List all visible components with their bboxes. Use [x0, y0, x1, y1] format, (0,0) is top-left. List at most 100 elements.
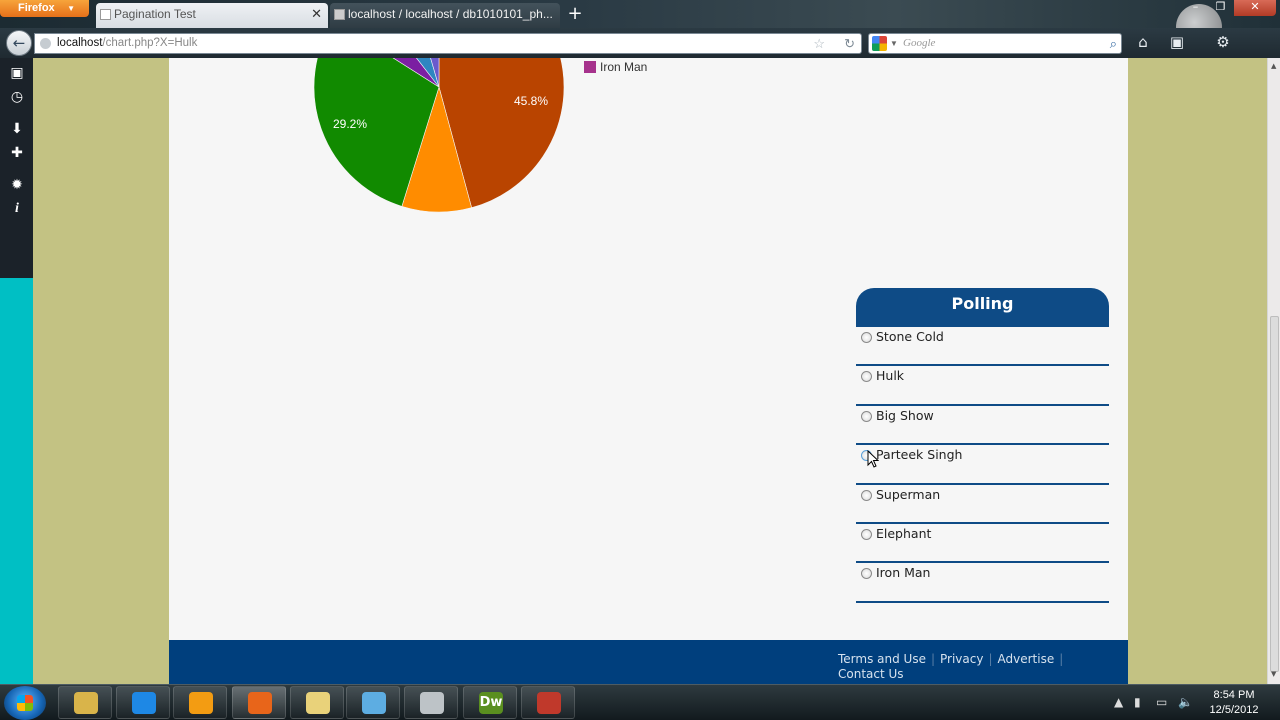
show-hidden-icons-icon[interactable]: ▲ [1114, 695, 1123, 709]
dreamweaver-icon: Dw [479, 692, 503, 714]
clock-time: 8:54 PM [1213, 689, 1255, 701]
taskbar-app-button[interactable] [521, 686, 575, 719]
page-favicon-icon [334, 9, 345, 20]
taskbar-app-button[interactable] [173, 686, 227, 719]
footer-separator: | [930, 652, 936, 666]
poll-radio[interactable] [861, 489, 872, 501]
firefox-menu-button[interactable]: Firefox ▼ [0, 0, 89, 17]
site-identity-icon[interactable] [40, 38, 51, 49]
bookmarks-panel-icon[interactable]: ▣ [8, 64, 26, 82]
navigation-bar: ← localhost/chart.php?X=Hulk ☆ ↻ ▼ Googl… [0, 28, 1280, 58]
poll-option-label: Iron Man [876, 565, 931, 581]
tab-localhost[interactable]: localhost / localhost / db1010101_ph... [330, 3, 560, 28]
poll-radio[interactable] [861, 410, 872, 422]
taskbar-app-button[interactable] [346, 686, 400, 719]
scrollbar-thumb[interactable] [1270, 316, 1279, 672]
google-engine-icon[interactable] [872, 36, 887, 51]
home-icon[interactable]: ⌂ [1132, 33, 1154, 51]
taskbar-app-button[interactable] [290, 686, 344, 719]
close-window-button[interactable]: ✕ [1234, 0, 1276, 16]
tab-title: Pagination Test [114, 7, 196, 21]
downloads-arrow-icon[interactable]: ⬇ [8, 120, 26, 138]
poll-title: Polling [856, 288, 1109, 327]
url-host: localhost [57, 37, 103, 49]
close-tab-icon[interactable]: ✕ [311, 3, 322, 25]
tab-pagination-test[interactable]: Pagination Test ✕ [96, 3, 328, 28]
footer-separator: | [988, 652, 993, 666]
poll-option-label: Superman [876, 486, 941, 502]
poll-radio[interactable] [861, 568, 872, 580]
taskbar-app-button[interactable]: Dw [463, 686, 517, 719]
poll-option[interactable]: Big Show [856, 406, 1109, 446]
chevron-down-icon[interactable]: ▼ [890, 34, 898, 53]
footer-links: Terms and Use | Privacy | Advertise | Contact… [838, 652, 1098, 682]
footer-link-advertise[interactable]: Advertise [998, 652, 1055, 666]
back-button[interactable]: ← [6, 30, 32, 56]
legend-label: Iron Man [600, 60, 648, 74]
media-player-icon [189, 692, 213, 714]
slice-label: 29.2% [333, 117, 367, 131]
poll-option[interactable]: Iron Man [856, 563, 1109, 603]
poll-radio[interactable] [861, 528, 872, 540]
chart-legend-item: Iron Man [584, 60, 647, 74]
volume-icon[interactable]: 🔈 [1178, 695, 1193, 709]
poll-radio[interactable] [861, 332, 872, 343]
footer-link-contact[interactable]: Contact Us [838, 667, 904, 681]
chevron-down-icon: ▼ [67, 4, 75, 13]
scroll-up-icon[interactable]: ▲ [1271, 62, 1276, 70]
scroll-down-icon[interactable]: ▼ [1271, 670, 1276, 678]
taskbar-app-button[interactable] [58, 686, 112, 719]
start-button[interactable] [4, 686, 46, 720]
network-icon[interactable]: ▭ [1156, 695, 1167, 709]
poll-option[interactable]: Elephant [856, 524, 1109, 564]
search-input[interactable]: ▼ Google ⌕ [868, 33, 1122, 54]
windows-taskbar: Dw ▲ ▮ ▭ 🔈 8:54 PM 12/5/2012 [0, 684, 1280, 720]
poll-option-label: Big Show [876, 407, 934, 423]
taskbar-app-button[interactable] [116, 686, 170, 719]
poll-option-label: Hulk [876, 368, 905, 384]
extension-menu-icon[interactable]: ⚙ [1212, 33, 1234, 51]
addons-puzzle-icon[interactable]: ✚ [8, 144, 26, 162]
back-arrow-icon: ← [12, 34, 26, 52]
footer-link-terms[interactable]: Terms and Use [838, 652, 926, 666]
search-icon[interactable]: ⌕ [1110, 34, 1117, 53]
mouse-pointer-icon [867, 450, 879, 468]
poll-option[interactable]: Parteek Singh [856, 445, 1109, 485]
reload-icon[interactable]: ↻ [844, 34, 855, 53]
info-icon[interactable]: i [8, 200, 26, 218]
bookmark-star-icon[interactable]: ☆ [813, 34, 825, 53]
taskbar-clock[interactable]: 8:54 PM 12/5/2012 [1200, 688, 1268, 718]
windows-logo-icon [17, 695, 33, 711]
clock-date: 12/5/2012 [1209, 704, 1259, 716]
poll-option-label: Parteek Singh [876, 447, 963, 463]
maximize-button[interactable]: ❐ [1208, 0, 1233, 16]
poll-option[interactable]: Stone Cold [856, 327, 1109, 367]
tab-title: localhost / localhost / db1010101_ph... [348, 7, 553, 21]
poll-option[interactable]: Hulk [856, 366, 1109, 406]
phone-app-icon [420, 692, 444, 714]
settings-gear-icon[interactable]: ✹ [8, 176, 26, 194]
poll-option-label: Stone Cold [876, 329, 944, 344]
address-bar[interactable]: localhost/chart.php?X=Hulk ☆ ↻ [34, 33, 862, 54]
poll-option[interactable]: Superman [856, 485, 1109, 524]
poll-radio[interactable] [861, 371, 872, 383]
folder-icon [306, 692, 330, 714]
sidebar-toolbar: ▣ ◷ ⬇ ✚ ✹ i [0, 58, 33, 278]
addon-bar-icon[interactable]: ▣ [1166, 33, 1188, 51]
page-footer: Terms and Use | Privacy | Advertise | Contact… [169, 640, 1128, 684]
battery-icon[interactable]: ▮ [1134, 695, 1141, 709]
footer-link-privacy[interactable]: Privacy [940, 652, 983, 666]
history-clock-icon[interactable]: ◷ [8, 88, 26, 106]
taskbar-app-button[interactable] [404, 686, 458, 719]
vertical-scrollbar[interactable]: ▲ ▼ [1267, 58, 1280, 684]
poll-option-label: Elephant [876, 525, 932, 541]
footer-separator: | [1059, 652, 1064, 666]
sidebar: ▣ ◷ ⬇ ✚ ✹ i [0, 58, 33, 684]
polling-widget: Polling Stone Cold Hulk Big Show Parteek Si… [856, 288, 1109, 603]
new-tab-button[interactable]: + [563, 3, 587, 25]
taskbar-app-button[interactable] [232, 686, 286, 719]
minimize-button[interactable]: – [1183, 0, 1208, 16]
pie-chart: 45.8% 29.2% [313, 58, 565, 213]
url-path: /chart.php?X=Hulk [102, 37, 198, 49]
network-app-icon [362, 692, 386, 714]
